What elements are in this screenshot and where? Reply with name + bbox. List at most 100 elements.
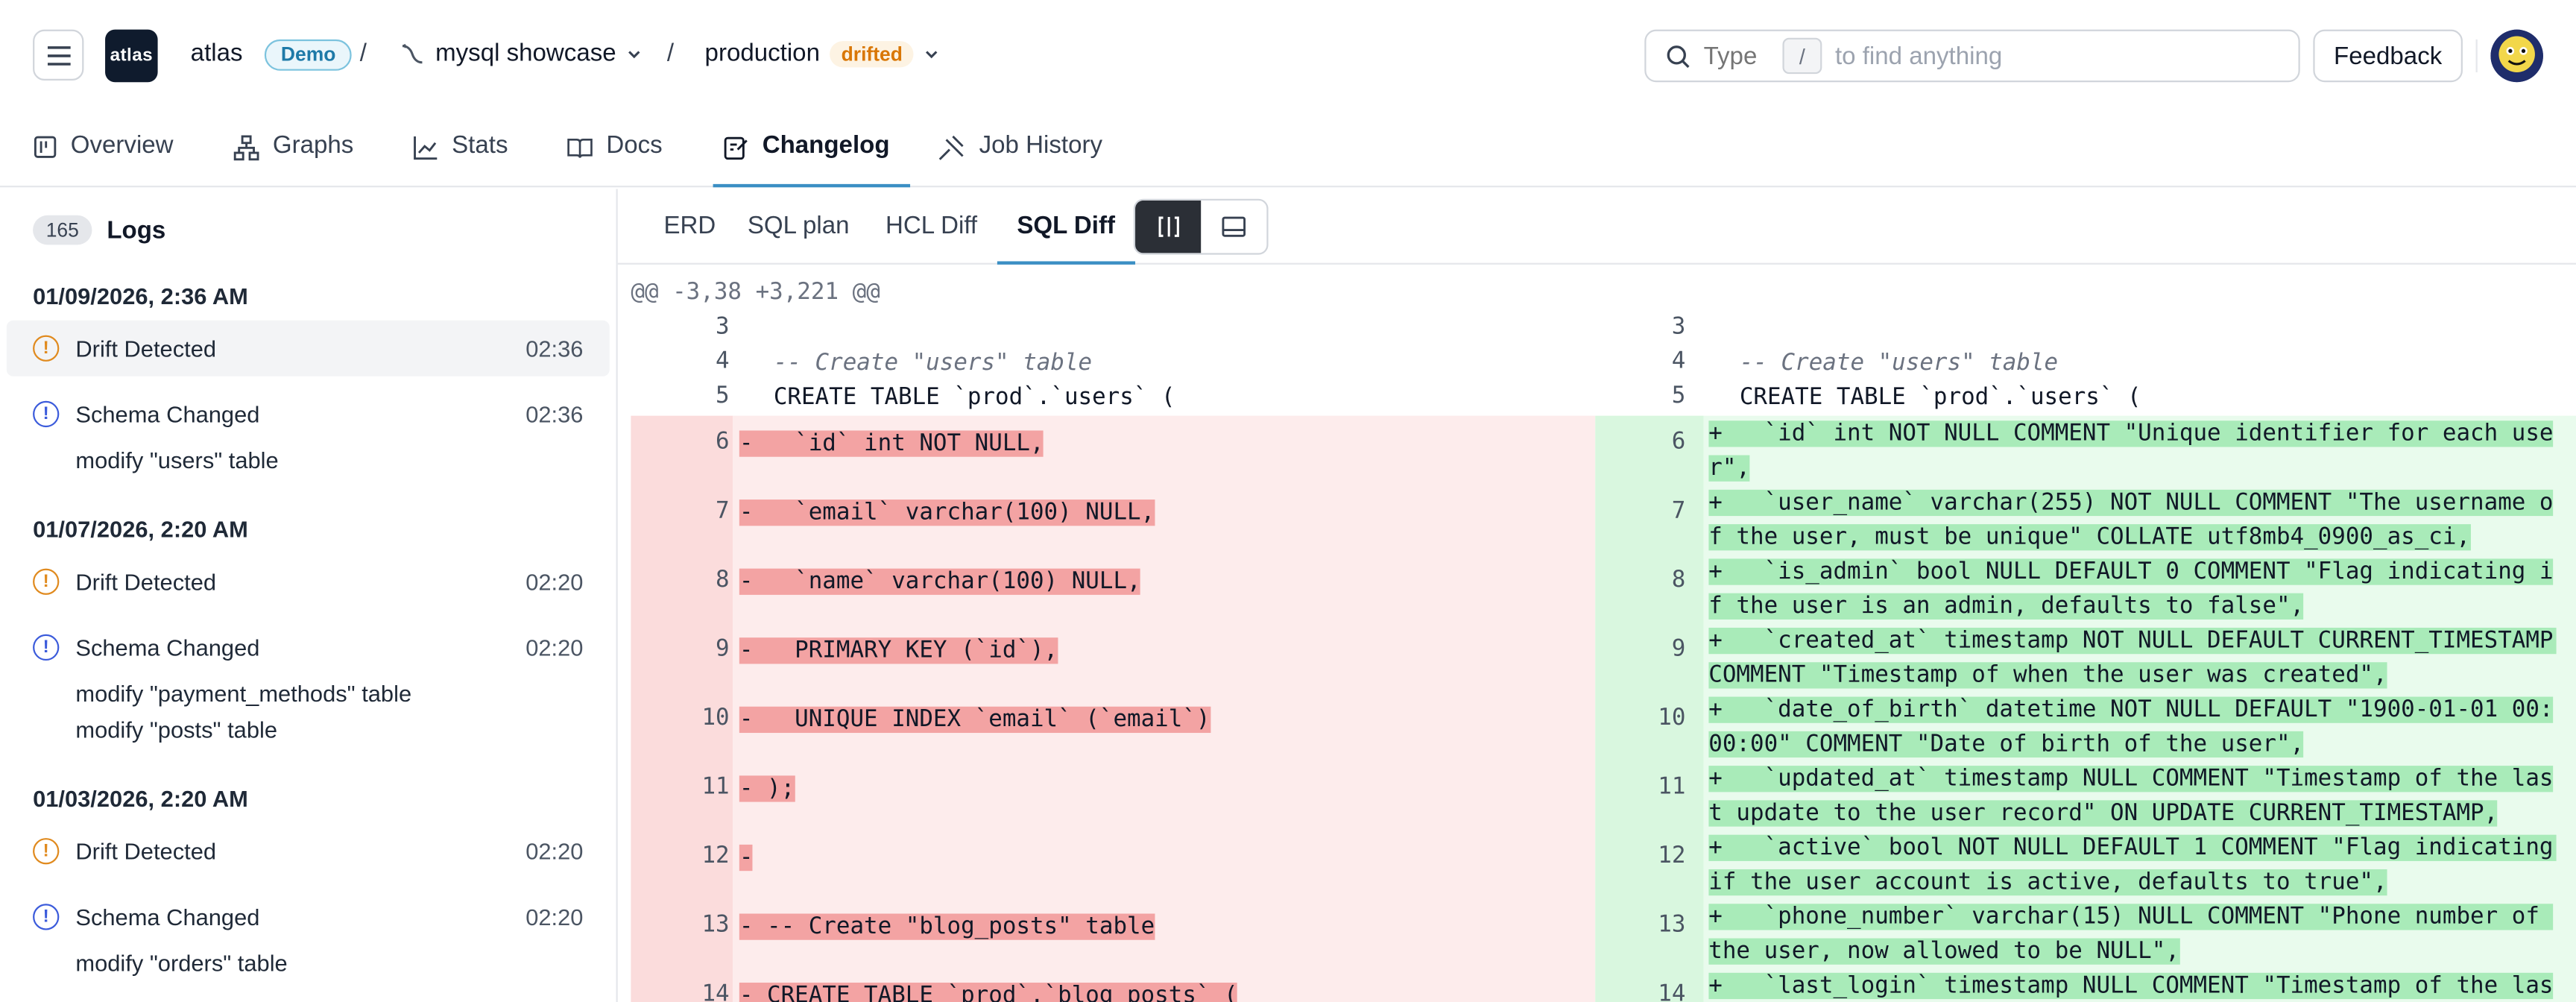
project-selector[interactable]: mysql showcase [400,40,643,67]
search-shortcut-key: / [1782,37,1822,75]
tab-label: Overview [70,131,174,160]
log-time: 02:36 [525,335,584,362]
line-number: 13 [701,912,730,939]
deleted-code-line: - PRIMARY KEY (`id`), [739,637,1058,664]
line-number: 10 [1658,705,1686,731]
view-tabs: ERD SQL plan HCL Diff SQL Diff [617,189,2576,265]
line-number: 8 [716,567,730,593]
deleted-code-line: - `id` int NOT NULL, [739,430,1044,457]
avatar-face-icon [2490,29,2543,83]
tab-erd[interactable]: ERD [663,212,716,239]
user-avatar[interactable] [2490,29,2543,83]
split-view-icon [1158,216,1178,237]
changelog-sidebar: 165 Logs 01/09/2026, 2:36 AM ! Drift Det… [0,189,618,1002]
app-name[interactable]: atlas [191,40,243,67]
log-item[interactable]: ! Schema Changed 02:36 [7,386,610,442]
split-view-button[interactable] [1135,200,1202,253]
tab-docs[interactable]: Docs [566,131,663,187]
search-input[interactable] [1703,42,1770,70]
search-icon [1667,45,1690,67]
log-group-date: 01/03/2026, 2:20 AM [33,785,248,812]
line-number: 8 [1671,567,1686,593]
logs-header: 165 Logs [33,215,165,245]
added-code-line: + `last_login` timestamp NULL COMMENT "T… [1708,972,2554,1000]
deleted-code-line: - -- Create "blog_posts" table [739,913,1155,940]
diff-hunk-header: @@ -3,38 +3,221 @@ [631,279,880,306]
log-type: Drift Detected [75,335,217,362]
log-item[interactable]: ! Drift Detected 02:20 [7,554,610,610]
changelog-icon [724,136,748,160]
deleted-code-line: - `name` varchar(100) NULL, [739,568,1141,595]
tab-label: Changelog [762,131,890,160]
line-number: 9 [716,635,730,663]
tab-label: Job History [979,131,1103,160]
hamburger-icon [46,45,70,65]
log-item[interactable]: ! Schema Changed 02:20 [7,889,610,945]
stats-icon [414,136,438,160]
line-number: 7 [1671,497,1686,525]
line-number: 11 [1658,774,1686,801]
demo-badge: Demo [264,39,353,71]
log-type: Schema Changed [75,634,260,661]
added-code-line: + `phone_number` varchar(15) NULL COMMEN… [1708,904,2554,965]
log-type: Schema Changed [75,400,260,428]
atlas-logo[interactable]: atlas [105,29,158,83]
chevron-down-icon [628,50,640,58]
search-hint: to find anything [1834,42,2003,70]
line-number: 14 [701,980,730,1002]
line-number: 6 [1671,429,1686,456]
search-bar[interactable]: / to find anything [1644,29,2300,83]
log-item[interactable]: ! Drift Detected 02:20 [7,823,610,879]
code-line: CREATE TABLE `prod`.`users` ( [1711,384,2141,412]
logs-count-badge: 165 [33,215,92,245]
feedback-button[interactable]: Feedback [2313,29,2463,83]
line-number: 3 [1671,313,1686,341]
log-detail: modify "users" table [75,447,279,473]
added-code-line: + `id` int NOT NULL COMMENT "Unique iden… [1708,420,2554,482]
added-code-line: + `active` bool NOT NULL DEFAULT 1 COMME… [1708,831,2557,901]
line-number: 12 [701,842,730,869]
deleted-code-line: - `email` varchar(100) NULL, [739,500,1155,526]
environment-selector[interactable]: production drifted [705,40,941,67]
line-number: 10 [701,705,730,731]
added-code-line: + `date_of_birth` datetime NOT NULL DEFA… [1708,696,2554,758]
line-number: 6 [716,429,730,456]
log-time: 02:36 [525,400,584,428]
deleted-code-line: - [739,844,754,872]
warning-icon: ! [33,335,60,362]
tab-sql-plan[interactable]: SQL plan [748,212,850,239]
tab-graphs[interactable]: Graphs [233,131,353,187]
graph-icon [233,135,259,161]
code-line: -- Create "users" table [1711,350,2059,376]
tab-stats[interactable]: Stats [412,131,508,187]
tab-hcl-diff[interactable]: HCL Diff [886,212,977,239]
line-number: 5 [1671,382,1686,409]
tab-label: Stats [452,131,508,160]
line-number: 9 [1671,635,1686,663]
diff-panel: ERD SQL plan HCL Diff SQL Diff @@ -3,38 … [617,189,2576,1002]
chevron-down-icon [926,50,938,58]
log-time: 02:20 [525,568,584,595]
breadcrumb-separator: / [666,39,675,68]
tab-label: Graphs [272,131,354,160]
environment-name: production [704,39,820,68]
tab-sql-diff[interactable]: SQL Diff [997,212,1134,265]
added-code-line: + `user_name` varchar(255) NOT NULL COMM… [1708,489,2554,551]
log-detail: modify "posts" table [75,716,278,743]
tab-changelog[interactable]: Changelog [713,131,909,188]
log-item[interactable]: ! Drift Detected 02:36 [6,320,610,376]
line-number: 13 [1658,912,1686,939]
overview-icon [34,136,57,158]
warning-icon: ! [33,568,60,595]
log-type: Schema Changed [75,904,260,930]
docs-icon [567,139,593,158]
code-line: -- Create "users" table [745,350,1093,376]
menu-button[interactable] [33,29,84,81]
unified-view-button[interactable] [1201,201,1266,253]
log-item[interactable]: ! Schema Changed 02:20 [7,620,610,675]
tab-overview[interactable]: Overview [33,131,174,187]
line-number: 7 [716,497,730,525]
deleted-code-line: - CREATE TABLE `prod`.`blog_posts` ( [739,980,1238,1002]
tab-job-history[interactable]: Job History [938,131,1102,187]
project-name: mysql showcase [435,39,616,68]
